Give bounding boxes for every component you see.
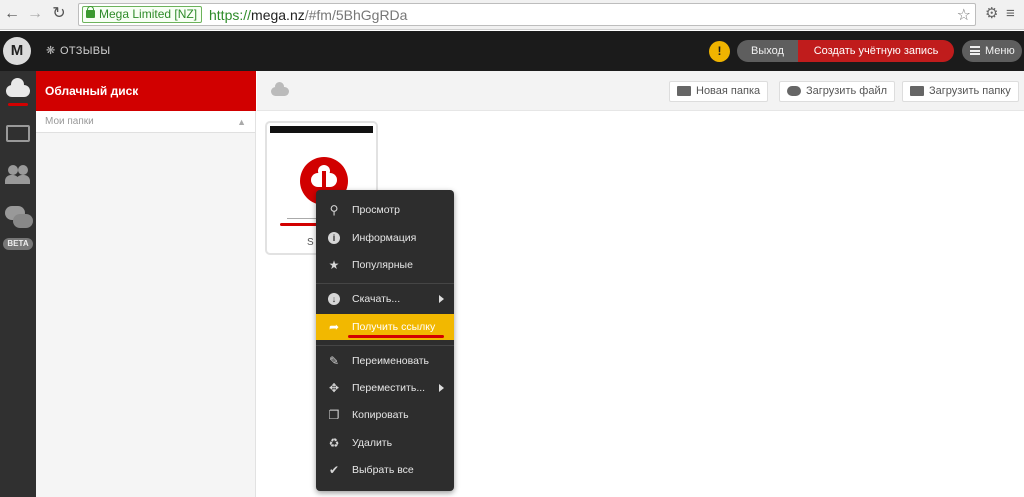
menu-item-label: Информация [352, 232, 417, 244]
bug-icon: ❋ [46, 45, 56, 57]
checkmark-icon: ✔ [328, 463, 340, 477]
share-arrow-icon: ➦ [328, 320, 340, 334]
bookmark-star-icon[interactable]: ☆ [957, 5, 971, 25]
menu-item-label: Просмотр [352, 204, 400, 216]
shared-folders-nav[interactable] [3, 120, 33, 146]
cloud-drive-title[interactable]: Облачный диск [36, 71, 256, 111]
menu-item-label: Выбрать все [352, 464, 414, 476]
submenu-arrow-icon [439, 295, 444, 303]
menu-button[interactable]: Меню [962, 40, 1022, 62]
menu-separator [316, 345, 454, 346]
menu-item-label: Переименовать [352, 355, 429, 367]
info-icon: i [327, 231, 341, 245]
warning-icon[interactable]: ! [709, 41, 730, 62]
left-icon-rail: BETA [0, 71, 36, 497]
mega-logo[interactable]: M [3, 37, 31, 65]
thumbnail-preview-bar [270, 126, 373, 133]
context-menu: ⚲ Просмотр i Информация ★ Популярные ↓ С… [316, 190, 454, 491]
ev-certificate-badge[interactable]: Mega Limited [NZ] [82, 6, 203, 23]
copy-icon: ❐ [328, 408, 340, 422]
shared-folder-icon [6, 125, 30, 142]
my-folders-label: Мои папки [45, 116, 94, 127]
pencil-icon: ✎ [328, 354, 340, 368]
menu-item-rename[interactable]: ✎ Переименовать [316, 348, 454, 374]
menu-item-info[interactable]: i Информация [316, 225, 454, 251]
file-name: S [307, 237, 314, 248]
menu-item-label: Популярные [352, 259, 413, 271]
chat-nav[interactable] [3, 203, 33, 235]
upload-folder-icon [910, 86, 924, 96]
upload-file-button[interactable]: Загрузить файл [779, 81, 896, 102]
feedback-link[interactable]: ❋ ОТЗЫВЫ [46, 44, 110, 57]
back-arrow-icon[interactable]: ← [3, 5, 21, 23]
menu-item-move[interactable]: ✥ Переместить... [316, 375, 454, 401]
menu-label: Меню [985, 45, 1015, 57]
menu-item-label: Удалить [352, 437, 393, 449]
cloud-icon [6, 78, 30, 97]
upload-arrow-icon [322, 171, 326, 189]
new-folder-label: Новая папка [696, 85, 761, 97]
upload-folder-label: Загрузить папку [929, 85, 1011, 97]
menu-separator [316, 283, 454, 284]
contacts-nav[interactable] [3, 163, 33, 189]
annotation-underline-link [348, 335, 444, 338]
breadcrumb-cloud-icon[interactable] [271, 82, 289, 96]
menu-item-favourite[interactable]: ★ Популярные [316, 252, 454, 278]
new-folder-button[interactable]: Новая папка [669, 81, 769, 102]
menu-item-delete[interactable]: ♻ Удалить [316, 430, 454, 456]
extension-gear-icon[interactable]: ⚙ [985, 5, 998, 23]
magnifier-icon: ⚲ [329, 203, 339, 217]
hamburger-icon [970, 46, 980, 55]
upload-folder-button[interactable]: Загрузить папку [902, 81, 1019, 102]
url-scheme: https:// [209, 7, 252, 23]
url-text: https://mega.nz/#fm/5BhGgRDa [209, 7, 407, 23]
recycle-icon: ♻ [328, 436, 340, 450]
menu-item-label: Копировать [352, 409, 409, 421]
forward-arrow-icon[interactable]: → [26, 5, 44, 23]
star-icon: ★ [328, 258, 340, 272]
my-folders-header[interactable]: Мои папки ▲ [36, 111, 255, 133]
menu-item-preview[interactable]: ⚲ Просмотр [316, 197, 454, 223]
address-bar[interactable]: Mega Limited [NZ] https://mega.nz/#fm/5B… [78, 3, 976, 26]
menu-item-select-all[interactable]: ✔ Выбрать все [316, 457, 454, 483]
url-host: mega.nz [251, 7, 305, 23]
annotation-underline [8, 103, 28, 106]
move-icon: ✥ [328, 381, 340, 395]
folder-tree-panel: Облачный диск Мои папки ▲ [36, 71, 256, 497]
menu-item-copy[interactable]: ❐ Копировать [316, 402, 454, 428]
sort-arrows-icon[interactable]: ▲ [237, 111, 246, 133]
ev-badge-label: Mega Limited [NZ] [99, 7, 198, 21]
submenu-arrow-icon [439, 384, 444, 392]
upload-file-label: Загрузить файл [806, 85, 888, 97]
create-account-button[interactable]: Создать учётную запись [798, 40, 954, 62]
logout-button[interactable]: Выход [737, 40, 798, 62]
url-path: /#fm/5BhGgRDa [304, 7, 408, 23]
menu-item-download[interactable]: ↓ Скачать... [316, 286, 454, 312]
menu-item-label: Скачать... [352, 293, 401, 305]
menu-item-label: Переместить... [352, 382, 426, 394]
main-toolbar: Новая папка Загрузить файл Загрузить пап… [257, 71, 1024, 111]
cloud-drive-nav[interactable] [3, 77, 33, 103]
menu-item-label: Получить ссылку [352, 321, 436, 333]
upload-cloud-icon [787, 86, 801, 96]
new-folder-icon [677, 86, 691, 96]
browser-toolbar: ← → ↻ Mega Limited [NZ] https://mega.nz/… [0, 0, 1024, 30]
download-icon: ↓ [327, 292, 341, 306]
app-header: M ❋ ОТЗЫВЫ ! Выход Создать учётную запись… [0, 31, 1024, 71]
chrome-menu-icon[interactable]: ≡ [1006, 5, 1015, 23]
feedback-label: ОТЗЫВЫ [60, 45, 111, 57]
reload-icon[interactable]: ↻ [50, 5, 68, 23]
beta-badge: BETA [3, 238, 33, 250]
lock-icon [86, 6, 95, 18]
